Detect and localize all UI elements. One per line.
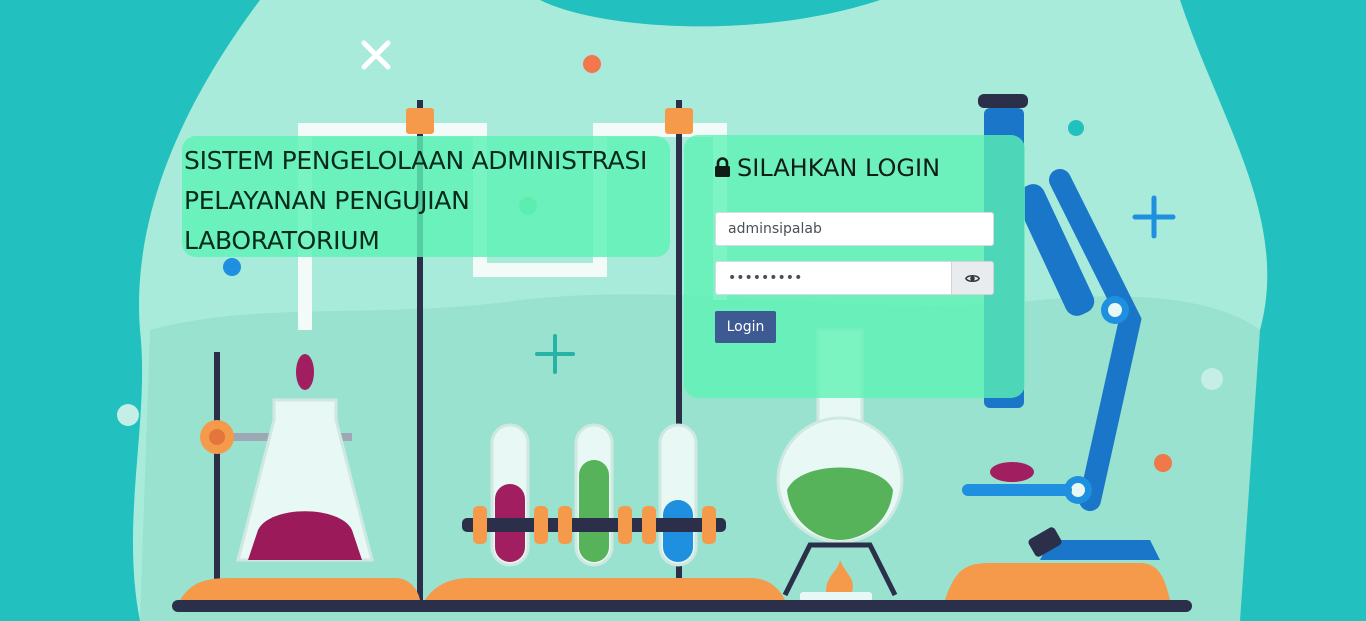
login-heading: SILAHKAN LOGIN xyxy=(714,152,940,184)
username-input[interactable] xyxy=(715,212,994,246)
app-title-line-1: SISTEM PENGELOLAAN ADMINISTRASI xyxy=(184,146,648,175)
app-title-line-3: LABORATORIUM xyxy=(184,226,380,255)
toggle-password-button[interactable] xyxy=(951,261,994,295)
lock-icon xyxy=(715,157,730,177)
login-button[interactable]: Login xyxy=(715,311,776,343)
login-heading-text: SILAHKAN LOGIN xyxy=(737,154,941,182)
app-title-line-2: PELAYANAN PENGUJIAN xyxy=(184,186,470,215)
eye-icon xyxy=(965,274,980,282)
laboratory-illustration xyxy=(117,0,1268,621)
password-group xyxy=(715,261,994,295)
app-title: SISTEM PENGELOLAAN ADMINISTRASI PELAYANA… xyxy=(184,141,674,261)
password-input[interactable] xyxy=(715,261,952,295)
